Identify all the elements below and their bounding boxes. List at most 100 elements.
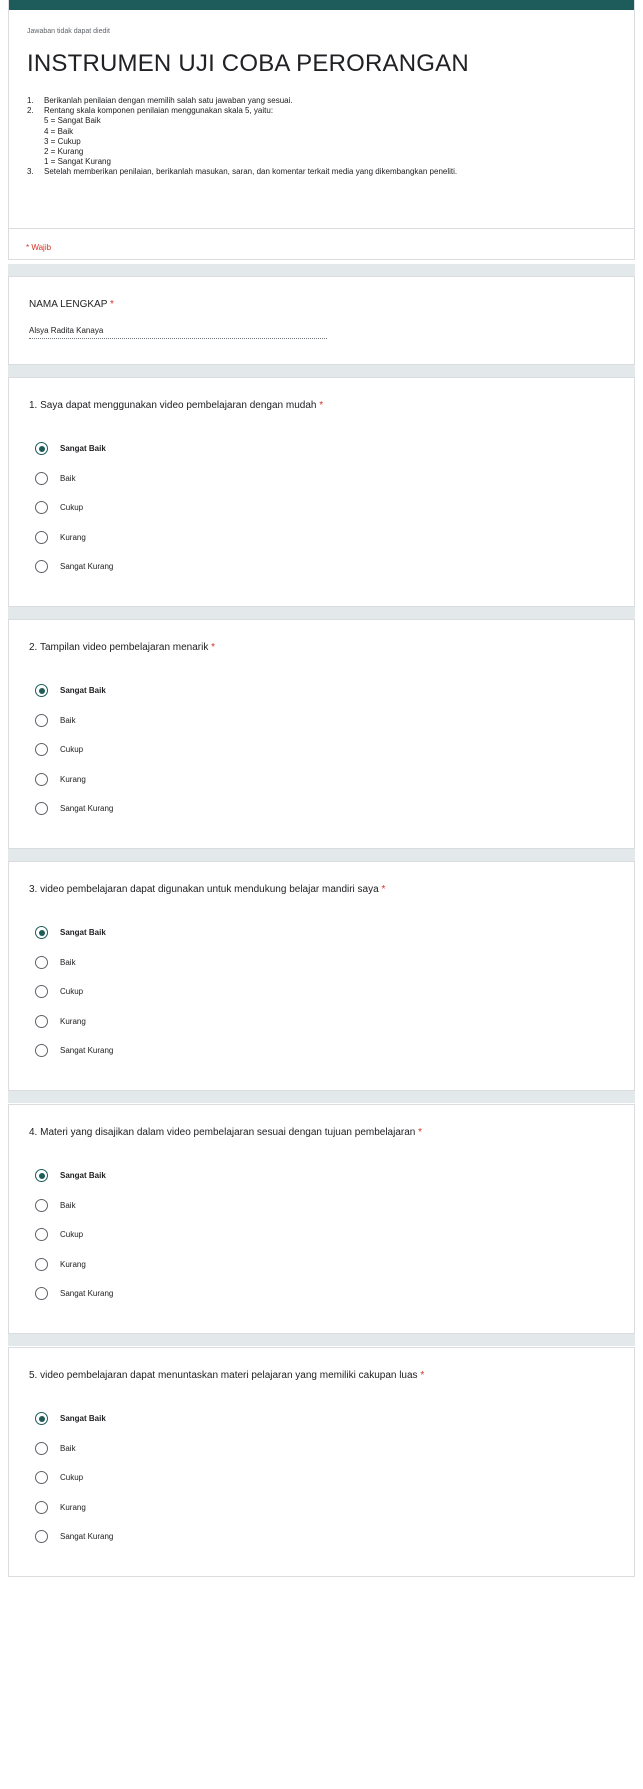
non-editable-note: Jawaban tidak dapat diedit <box>27 28 110 35</box>
radio-selected-icon[interactable] <box>35 1412 48 1425</box>
radio-option-sangat-kurang[interactable]: Sangat Kurang <box>35 1530 113 1543</box>
section-separator <box>8 1091 635 1103</box>
radio-option-kurang[interactable]: Kurang <box>35 1500 86 1514</box>
radio-empty-icon[interactable] <box>35 713 48 727</box>
radio-option-kurang[interactable]: Kurang <box>35 1257 86 1271</box>
radio-empty-icon[interactable] <box>35 955 48 969</box>
radio-empty-icon[interactable] <box>35 1014 48 1028</box>
radio-option-kurang[interactable]: Kurang <box>35 772 86 786</box>
radio-empty-icon[interactable] <box>35 560 48 573</box>
section-separator <box>8 365 635 377</box>
radio-option-cukup[interactable]: Cukup <box>35 501 83 514</box>
required-note: * Wajib <box>26 243 52 252</box>
radio-empty-icon[interactable] <box>35 1471 48 1484</box>
radio-option-sangat-baik[interactable]: Sangat Baik <box>35 1412 106 1425</box>
radio-empty-icon[interactable] <box>35 743 48 756</box>
radio-selected-icon[interactable] <box>35 1169 48 1182</box>
radio-option-sangat-baik[interactable]: Sangat Baik <box>35 1169 106 1182</box>
radio-option-label: Sangat Kurang <box>60 1046 114 1055</box>
radio-empty-icon[interactable] <box>35 1500 48 1514</box>
question-card-3: 3. video pembelajaran dapat digunakan un… <box>8 861 635 1091</box>
scale-item-4: 4 = Baik <box>44 126 74 136</box>
radio-option-label: Sangat Kurang <box>60 562 114 571</box>
radio-option-label: Sangat Kurang <box>60 1532 114 1541</box>
radio-option-baik[interactable]: Baik <box>35 955 76 969</box>
radio-option-label: Sangat Kurang <box>60 804 114 813</box>
radio-option-baik[interactable]: Baik <box>35 471 76 485</box>
radio-option-kurang[interactable]: Kurang <box>35 530 86 544</box>
radio-option-sangat-kurang[interactable]: Sangat Kurang <box>35 560 113 573</box>
radio-empty-icon[interactable] <box>35 1441 48 1455</box>
question-label: 3. video pembelajaran dapat digunakan un… <box>29 884 386 895</box>
radio-option-label: Sangat Baik <box>60 686 106 695</box>
radio-selected-icon[interactable] <box>35 442 48 455</box>
name-card: NAMA LENGKAP * Alsya Radita Kanaya <box>8 276 635 365</box>
radio-option-baik[interactable]: Baik <box>35 713 76 727</box>
question-card-4: 4. Materi yang disajikan dalam video pem… <box>8 1104 635 1334</box>
required-star: * <box>319 400 324 411</box>
form-page: Jawaban tidak dapat diedit INSTRUMEN UJI… <box>0 0 643 1789</box>
radio-option-cukup[interactable]: Cukup <box>35 743 83 756</box>
instructions: 1. Berikanlah penilaian dengan memilih s… <box>27 96 627 178</box>
required-star: * <box>211 642 216 653</box>
required-star: * <box>418 1127 423 1138</box>
radio-option-label: Sangat Baik <box>60 1414 106 1423</box>
radio-option-label: Cukup <box>60 987 84 996</box>
radio-selected-icon[interactable] <box>35 684 48 697</box>
radio-option-sangat-kurang[interactable]: Sangat Kurang <box>35 1044 113 1057</box>
radio-empty-icon[interactable] <box>35 1530 48 1543</box>
radio-selected-icon[interactable] <box>35 926 48 939</box>
radio-option-kurang[interactable]: Kurang <box>35 1014 86 1028</box>
radio-option-sangat-baik[interactable]: Sangat Baik <box>35 926 106 939</box>
radio-option-cukup[interactable]: Cukup <box>35 1471 83 1484</box>
radio-empty-icon[interactable] <box>35 772 48 786</box>
question-card-5: 5. video pembelajaran dapat menuntaskan … <box>8 1347 635 1577</box>
radio-option-sangat-kurang[interactable]: Sangat Kurang <box>35 1287 113 1300</box>
question-label: 2. Tampilan video pembelajaran menarik * <box>29 642 216 653</box>
accent-bar <box>9 0 634 10</box>
radio-option-label: Sangat Baik <box>60 928 106 937</box>
radio-option-label: Cukup <box>60 745 84 754</box>
radio-option-baik[interactable]: Baik <box>35 1198 76 1212</box>
radio-empty-icon[interactable] <box>35 1287 48 1300</box>
radio-empty-icon[interactable] <box>35 501 48 514</box>
radio-empty-icon[interactable] <box>35 471 48 485</box>
radio-empty-icon[interactable] <box>35 1228 48 1241</box>
scale-item-2: 2 = Kurang <box>44 147 84 157</box>
radio-option-label: Baik <box>60 715 76 725</box>
section-separator <box>8 607 635 619</box>
radio-empty-icon[interactable] <box>35 985 48 998</box>
radio-option-label: Sangat Baik <box>60 1171 106 1180</box>
radio-option-label: Baik <box>60 1443 76 1453</box>
question-card-2: 2. Tampilan video pembelajaran menarik *… <box>8 619 635 849</box>
radio-option-label: Baik <box>60 1200 76 1210</box>
instruction-2: 2. Rentang skala komponen penilaian meng… <box>27 106 274 116</box>
radio-empty-icon[interactable] <box>35 1198 48 1212</box>
radio-dot-icon <box>38 929 45 936</box>
question-label: 4. Materi yang disajikan dalam video pem… <box>29 1127 423 1138</box>
radio-option-sangat-kurang[interactable]: Sangat Kurang <box>35 802 113 815</box>
instruction-1: 1. Berikanlah penilaian dengan memilih s… <box>27 96 293 105</box>
radio-option-label: Kurang <box>60 1259 86 1269</box>
radio-option-cukup[interactable]: Cukup <box>35 985 83 998</box>
question-label: 1. Saya dapat menggunakan video pembelaj… <box>29 400 324 411</box>
radio-empty-icon[interactable] <box>35 530 48 544</box>
radio-dot-icon <box>38 1172 45 1179</box>
name-answer: Alsya Radita Kanaya <box>29 326 327 339</box>
radio-option-sangat-baik[interactable]: Sangat Baik <box>35 684 106 697</box>
radio-option-baik[interactable]: Baik <box>35 1441 76 1455</box>
radio-option-label: Kurang <box>60 1016 86 1026</box>
radio-empty-icon[interactable] <box>35 802 48 815</box>
section-separator <box>8 849 635 861</box>
radio-option-cukup[interactable]: Cukup <box>35 1228 83 1241</box>
scale-item-1: 1 = Sangat Kurang <box>44 157 111 167</box>
radio-empty-icon[interactable] <box>35 1044 48 1057</box>
radio-option-label: Kurang <box>60 532 86 542</box>
form-title: INSTRUMEN UJI COBA PERORANGAN <box>27 50 469 77</box>
required-star: * <box>420 1370 425 1381</box>
radio-option-sangat-baik[interactable]: Sangat Baik <box>35 442 106 455</box>
radio-option-label: Kurang <box>60 774 86 784</box>
radio-option-label: Baik <box>60 473 76 483</box>
section-separator <box>8 1334 635 1346</box>
radio-empty-icon[interactable] <box>35 1257 48 1271</box>
